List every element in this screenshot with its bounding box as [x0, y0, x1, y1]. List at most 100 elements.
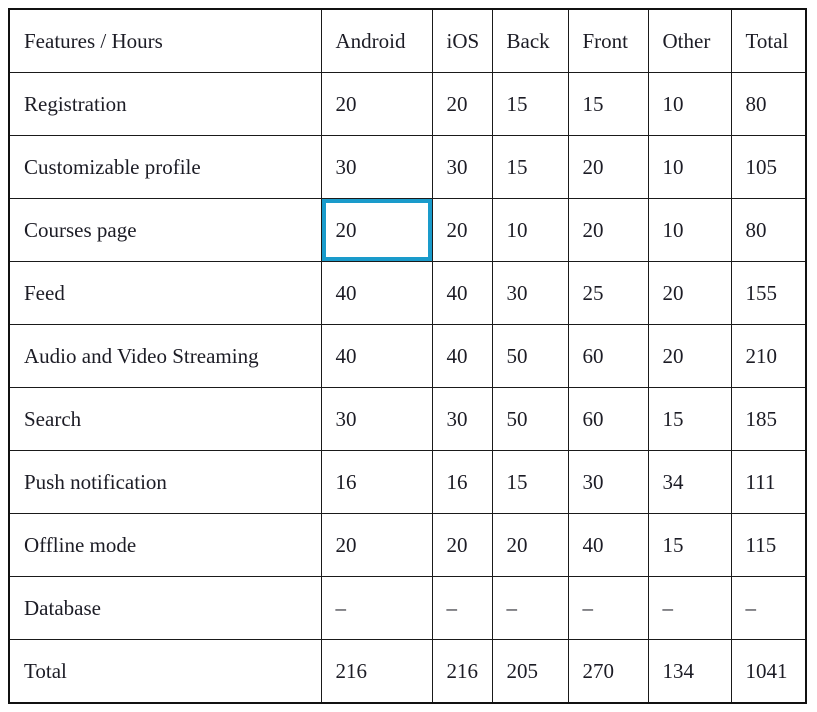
cell-value: 216	[446, 658, 479, 683]
data-cell-front[interactable]: 270	[567, 639, 649, 704]
row-label-cell[interactable]: Offline mode	[8, 513, 322, 577]
data-cell-ios[interactable]: 20	[431, 72, 493, 136]
data-cell-other[interactable]: 10	[647, 198, 732, 262]
column-header-label: Total	[745, 28, 789, 53]
data-cell-back[interactable]: 50	[491, 387, 569, 451]
row-label-cell[interactable]: Customizable profile	[8, 135, 322, 199]
data-cell-android[interactable]: 20	[320, 72, 433, 136]
data-cell-total[interactable]: 111	[730, 450, 807, 514]
selected-cell[interactable]: 20	[320, 198, 433, 262]
data-cell-android[interactable]: 40	[320, 261, 433, 325]
data-cell-total[interactable]: 115	[730, 513, 807, 577]
data-cell-back[interactable]: 205	[491, 639, 569, 704]
data-cell-back[interactable]: –	[491, 576, 569, 640]
column-header-back[interactable]: Back	[491, 8, 569, 73]
data-cell-other[interactable]: –	[647, 576, 732, 640]
data-cell-android[interactable]: 16	[320, 450, 433, 514]
data-cell-ios[interactable]: 216	[431, 639, 493, 704]
row-label-cell[interactable]: Registration	[8, 72, 322, 136]
data-cell-android[interactable]: 20	[320, 513, 433, 577]
data-cell-ios[interactable]: 20	[431, 513, 493, 577]
data-cell-android[interactable]: 30	[320, 135, 433, 199]
row-label-cell[interactable]: Search	[8, 387, 322, 451]
cell-value: 20	[446, 532, 468, 557]
data-cell-ios[interactable]: 40	[431, 324, 493, 388]
column-header-label: Android	[335, 28, 406, 53]
data-cell-front[interactable]: 25	[567, 261, 649, 325]
data-cell-back[interactable]: 50	[491, 324, 569, 388]
data-cell-front[interactable]: 20	[567, 135, 649, 199]
table-header-row: Features / Hours Android iOS Back Front Other…	[8, 8, 807, 73]
row-label-cell[interactable]: Courses page	[8, 198, 322, 262]
data-cell-ios[interactable]: –	[431, 576, 493, 640]
data-cell-total[interactable]: 155	[730, 261, 807, 325]
column-header-front[interactable]: Front	[567, 8, 649, 73]
cell-value: –	[745, 595, 757, 620]
estimate-table-container: Features / Hours Android iOS Back Front Other…	[8, 8, 807, 704]
table-row: Offline mode 20 20 20 40 15 115	[8, 513, 807, 577]
cell-value: 40	[335, 343, 357, 368]
data-cell-total[interactable]: 210	[730, 324, 807, 388]
feature-hours-table: Features / Hours Android iOS Back Front Other…	[8, 8, 807, 704]
column-header-other[interactable]: Other	[647, 8, 732, 73]
data-cell-total[interactable]: –	[730, 576, 807, 640]
data-cell-front[interactable]: 40	[567, 513, 649, 577]
data-cell-front[interactable]: 30	[567, 450, 649, 514]
data-cell-ios[interactable]: 16	[431, 450, 493, 514]
cell-value: 216	[335, 658, 368, 683]
data-cell-back[interactable]: 15	[491, 135, 569, 199]
cell-value: –	[662, 595, 674, 620]
data-cell-front[interactable]: –	[567, 576, 649, 640]
data-cell-other[interactable]: 20	[647, 261, 732, 325]
data-cell-total[interactable]: 80	[730, 198, 807, 262]
data-cell-android[interactable]: –	[320, 576, 433, 640]
data-cell-front[interactable]: 60	[567, 387, 649, 451]
row-label-cell[interactable]: Feed	[8, 261, 322, 325]
column-header-android[interactable]: Android	[320, 8, 433, 73]
data-cell-other[interactable]: 10	[647, 135, 732, 199]
data-cell-total[interactable]: 80	[730, 72, 807, 136]
cell-value: 10	[662, 217, 684, 242]
cell-value: 80	[745, 91, 767, 116]
data-cell-android[interactable]: 216	[320, 639, 433, 704]
cell-value: 30	[335, 406, 357, 431]
data-cell-other[interactable]: 15	[647, 387, 732, 451]
row-label-cell[interactable]: Total	[8, 639, 322, 704]
data-cell-total[interactable]: 185	[730, 387, 807, 451]
cell-value: 20	[335, 217, 357, 242]
data-cell-back[interactable]: 15	[491, 72, 569, 136]
cell-value: 205	[506, 658, 539, 683]
data-cell-other[interactable]: 20	[647, 324, 732, 388]
row-label-cell[interactable]: Database	[8, 576, 322, 640]
data-cell-other[interactable]: 10	[647, 72, 732, 136]
data-cell-other[interactable]: 15	[647, 513, 732, 577]
data-cell-front[interactable]: 20	[567, 198, 649, 262]
data-cell-back[interactable]: 20	[491, 513, 569, 577]
column-header-ios[interactable]: iOS	[431, 8, 493, 73]
data-cell-total[interactable]: 1041	[730, 639, 807, 704]
column-header-total[interactable]: Total	[730, 8, 807, 73]
data-cell-back[interactable]: 15	[491, 450, 569, 514]
column-header-feature[interactable]: Features / Hours	[8, 8, 322, 73]
data-cell-front[interactable]: 60	[567, 324, 649, 388]
data-cell-android[interactable]: 40	[320, 324, 433, 388]
row-label-cell[interactable]: Push notification	[8, 450, 322, 514]
data-cell-ios[interactable]: 20	[431, 198, 493, 262]
data-cell-front[interactable]: 15	[567, 72, 649, 136]
data-cell-other[interactable]: 34	[647, 450, 732, 514]
cell-value: 16	[335, 469, 357, 494]
cell-value: 40	[582, 532, 604, 557]
data-cell-other[interactable]: 134	[647, 639, 732, 704]
data-cell-back[interactable]: 10	[491, 198, 569, 262]
row-label-cell[interactable]: Audio and Video Streaming	[8, 324, 322, 388]
cell-value: 15	[506, 154, 528, 179]
data-cell-total[interactable]: 105	[730, 135, 807, 199]
cell-value: 20	[335, 91, 357, 116]
cell-value: 20	[582, 154, 604, 179]
data-cell-back[interactable]: 30	[491, 261, 569, 325]
data-cell-ios[interactable]: 40	[431, 261, 493, 325]
data-cell-android[interactable]: 30	[320, 387, 433, 451]
data-cell-ios[interactable]: 30	[431, 135, 493, 199]
table-row: Push notification 16 16 15 30 34 111	[8, 450, 807, 514]
data-cell-ios[interactable]: 30	[431, 387, 493, 451]
